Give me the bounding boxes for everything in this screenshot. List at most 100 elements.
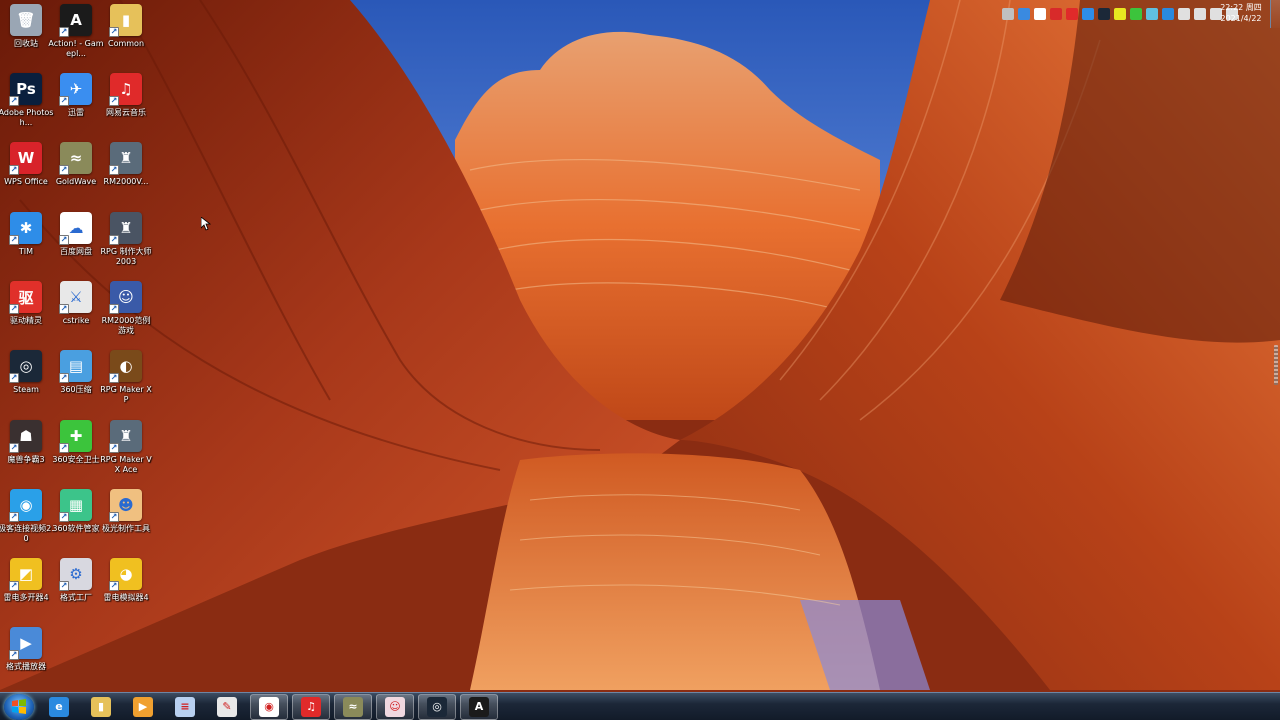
taskbar-button-media-player[interactable]: ▶	[124, 694, 162, 720]
action-icon: A ↗	[59, 4, 92, 37]
taskbar-button-anime-app[interactable]: ☺	[376, 693, 414, 720]
desktop-shortcut-netease-music[interactable]: ♫ ↗ 网易云音乐	[100, 73, 152, 139]
show-desktop-button[interactable]	[1270, 0, 1280, 28]
desktop-shortcut-recycle-bin[interactable]: 🗑 回收站	[0, 4, 52, 70]
desktop-shortcut-label: 雷电模拟器4	[103, 593, 149, 602]
tray-keyboard-icon[interactable]	[1002, 8, 1014, 20]
taskbar-button-explorer[interactable]: ▮	[82, 694, 120, 720]
desktop-shortcut-driver[interactable]: 驱 ↗ 驱动精灵	[0, 281, 52, 347]
shortcut-arrow-icon: ↗	[9, 165, 19, 175]
desktop-shortcut-steam[interactable]: ◎ ↗ Steam	[0, 350, 52, 416]
taskbar-button-notepad[interactable]: ≡	[166, 694, 204, 720]
desktop-shortcut-label: 魔兽争霸3	[7, 455, 45, 464]
taskbar-button-ie[interactable]: e	[40, 694, 78, 720]
tray-tim-icon[interactable]	[1082, 8, 1094, 20]
taskbar-button-chrome[interactable]: ◉	[250, 693, 288, 720]
desktop-shortcut-360zip[interactable]: ▤ ↗ 360压缩	[50, 350, 102, 416]
tray-security-icon[interactable]	[1130, 8, 1142, 20]
photoshop-icon: Ps ↗	[9, 73, 42, 106]
desktop-shortcut-action-gameplay[interactable]: A ↗ Action! - Gamepl...	[48, 4, 104, 70]
desktop-shortcut-jiguang-tool[interactable]: ☻ ↗ 极光制作工具	[100, 489, 152, 555]
shortcut-arrow-icon: ↗	[109, 96, 119, 106]
cstrike-icon: ⚔ ↗	[59, 281, 92, 314]
desktop-shortcut-label: GoldWave	[55, 177, 97, 186]
goldwave-icon: ≈	[343, 696, 363, 717]
desktop-shortcut-jike-video[interactable]: ◉ ↗ 极客连接视频2.0	[0, 489, 54, 555]
desktop-shortcut-label: RM2000V...	[103, 177, 149, 186]
shortcut-arrow-icon: ↗	[59, 304, 69, 314]
desktop-shortcut-warcraft3[interactable]: ☗ ↗ 魔兽争霸3	[0, 420, 52, 486]
desktop-shortcut-leidian-emulator[interactable]: ◕ ↗ 雷电模拟器4	[100, 558, 152, 624]
tray-flag-icon[interactable]	[1178, 8, 1190, 20]
shortcut-arrow-icon: ↗	[59, 373, 69, 383]
desktop-shortcut-rm2000-game[interactable]: ☺ ↗ RM2000范例游戏	[100, 281, 152, 347]
taskbar-button-paint[interactable]: ✎	[208, 694, 246, 720]
desktop-shortcut-xunlei[interactable]: ✈ ↗ 迅雷	[50, 73, 102, 139]
explorer-icon: ▮	[91, 696, 111, 717]
shortcut-arrow-icon: ↗	[59, 235, 69, 245]
shortcut-arrow-icon: ↗	[9, 235, 19, 245]
multi-instance-icon: ◩ ↗	[9, 558, 42, 591]
desktop-shortcut-goldwave[interactable]: ≈ ↗ GoldWave	[50, 142, 102, 208]
windows-logo-icon	[12, 698, 26, 714]
zip-icon: ▤ ↗	[59, 350, 92, 383]
shield-plus-icon: ✚ ↗	[59, 420, 92, 453]
desktop-shortcut-common[interactable]: ▮ ↗ Common	[100, 4, 152, 70]
recycle-bin-icon: 🗑	[10, 4, 42, 36]
desktop-shortcut-label: Steam	[13, 385, 39, 394]
clock-time: 22:22 周四	[1220, 3, 1262, 12]
start-button[interactable]	[4, 693, 34, 720]
desktop-shortcut-rpg-maker-vxace[interactable]: ♜ ↗ RPG Maker VX Ace	[100, 420, 152, 486]
tray-sync-icon[interactable]	[1162, 8, 1174, 20]
clock[interactable]: 22:22 周四 2021/4/22	[1216, 2, 1266, 24]
tray-360-icon[interactable]	[1114, 8, 1126, 20]
shortcut-arrow-icon: ↗	[9, 373, 19, 383]
tray-cloud-icon[interactable]	[1034, 8, 1046, 20]
taskbar-button-action[interactable]: A	[460, 693, 498, 720]
notepad-icon: ≡	[175, 696, 195, 717]
desktop-shortcut-label: RPG 制作大师 2003	[100, 247, 152, 266]
desktop-shortcut-photoshop[interactable]: Ps ↗ Adobe Photosh...	[0, 73, 53, 139]
tray-update-icon[interactable]	[1146, 8, 1158, 20]
desktop-shortcut-cstrike[interactable]: ⚔ ↗ cstrike	[50, 281, 102, 347]
taskbar-pinned-apps: e ▮ ▶ ≡ ✎ ◉ ♫ ≈ ☺ ◎ A	[40, 693, 502, 720]
rpg-maker-xp-icon: ◐ ↗	[109, 350, 142, 383]
desktop-shortcut-label: Common	[107, 39, 145, 48]
clock-date: 2021/4/22	[1220, 14, 1262, 23]
shortcut-arrow-icon: ↗	[109, 443, 119, 453]
edge-grip-handle[interactable]	[1274, 345, 1278, 385]
desktop-shortcut-rpg-maker-2003[interactable]: ♜ ↗ RPG 制作大师 2003	[100, 212, 152, 278]
taskbar-button-netease-music[interactable]: ♫	[292, 693, 330, 720]
anime-icon: ☺	[385, 696, 405, 717]
tray-steam-icon[interactable]	[1098, 8, 1110, 20]
tray-action-icon[interactable]	[1050, 8, 1062, 20]
tray-help-icon[interactable]	[1018, 8, 1030, 20]
tray-display-icon[interactable]	[1194, 8, 1206, 20]
desktop-shortcut-360safe[interactable]: ✚ ↗ 360安全卫士	[50, 420, 102, 486]
desktop-shortcut-leidian-multi[interactable]: ◩ ↗ 雷电多开器4	[0, 558, 52, 624]
shortcut-arrow-icon: ↗	[109, 27, 119, 37]
emulator-icon: ◕ ↗	[109, 558, 142, 591]
taskbar-button-goldwave[interactable]: ≈	[334, 693, 372, 720]
goldwave-icon: ≈ ↗	[59, 142, 92, 175]
desktop-shortcut-wps[interactable]: W ↗ WPS Office	[0, 142, 52, 208]
shortcut-arrow-icon: ↗	[59, 96, 69, 106]
desktop-shortcut-tim[interactable]: ✱ ↗ TIM	[0, 212, 52, 278]
tray-music-icon[interactable]	[1066, 8, 1078, 20]
desktop-shortcut-rm2000[interactable]: ♜ ↗ RM2000V...	[100, 142, 152, 208]
desktop-shortcut-rpg-maker-xp[interactable]: ◐ ↗ RPG Maker XP	[100, 350, 152, 416]
desktop-shortcut-label: 雷电多开器4	[3, 593, 49, 602]
desktop-shortcut-label: 360压缩	[60, 385, 92, 394]
taskbar-button-steam[interactable]: ◎	[418, 693, 456, 720]
desktop-shortcut-geshi-player[interactable]: ▶ ↗ 格式播放器	[0, 627, 52, 693]
shortcut-arrow-icon: ↗	[59, 443, 69, 453]
shortcut-arrow-icon: ↗	[109, 235, 119, 245]
desktop-shortcut-360-software[interactable]: ▦ ↗ 360软件管家	[50, 489, 102, 555]
shortcut-arrow-icon: ↗	[59, 512, 69, 522]
rpg-maker-vxace-icon: ♜ ↗	[109, 420, 142, 453]
desktop-shortcut-label: RPG Maker XP	[100, 385, 152, 404]
desktop-shortcut-geshi-factory[interactable]: ⚙ ↗ 格式工厂	[50, 558, 102, 624]
desktop-shortcut-label: 格式播放器	[6, 662, 46, 671]
shortcut-arrow-icon: ↗	[9, 96, 19, 106]
desktop-shortcut-baidu-pan[interactable]: ☁ ↗ 百度网盘	[50, 212, 102, 278]
